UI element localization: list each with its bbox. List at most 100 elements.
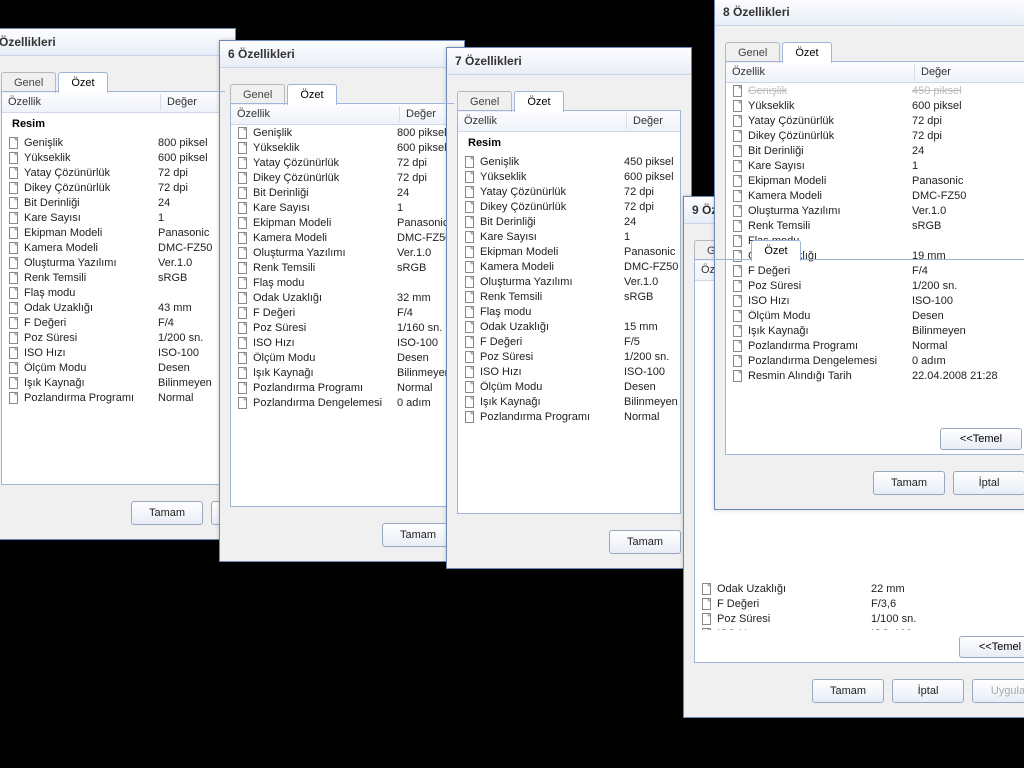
dialog-titlebar[interactable]: 6 Özellikleri (220, 41, 464, 68)
tab-summary[interactable]: Özet (782, 42, 831, 63)
list-item[interactable]: Odak Uzaklığı15 mm (458, 319, 680, 334)
list-item[interactable]: Oluşturma YazılımıVer.1.0 (231, 245, 453, 260)
list-item[interactable]: Ekipman ModeliPanasonic (726, 173, 1024, 188)
tab-summary[interactable]: Özet (751, 240, 800, 261)
list-item[interactable]: Kare Sayısı1 (726, 158, 1024, 173)
list-item[interactable]: Renk TemsilisRGB (458, 289, 680, 304)
list-item[interactable]: Kamera ModeliDMC-FZ50 (458, 259, 680, 274)
list-item[interactable]: Dikey Çözünürlük72 dpi (726, 128, 1024, 143)
list-item[interactable]: F DeğeriF/4 (231, 305, 453, 320)
column-property[interactable]: Özellik (231, 106, 400, 122)
list-item[interactable]: Pozlandırma ProgramıNormal (231, 380, 453, 395)
cancel-button[interactable]: İptal (953, 471, 1024, 495)
list-item[interactable]: Resim (2, 113, 224, 135)
list-item[interactable]: Ölçüm ModuDesen (726, 308, 1024, 323)
list-item[interactable]: Genişlik450 piksel (458, 154, 680, 169)
list-item[interactable]: Oluşturma YazılımıVer.1.0 (458, 274, 680, 289)
list-item[interactable]: Odak Uzaklığı43 mm (2, 300, 224, 315)
ok-button[interactable]: Tamam (382, 523, 454, 547)
list-item[interactable]: Yatay Çözünürlük72 dpi (2, 165, 224, 180)
dialog-titlebar[interactable]: 7 Özellikleri (447, 48, 691, 75)
list-item[interactable]: Işık KaynağıBilinmeyen (458, 394, 680, 409)
column-value[interactable]: Değer (915, 64, 1024, 80)
column-property[interactable]: Özellik (726, 64, 915, 80)
list-item[interactable]: Oluşturma YazılımıVer.1.0 (726, 203, 1024, 218)
list-item[interactable]: Işık KaynağıBilinmeyen (2, 375, 224, 390)
list-item[interactable]: Kamera ModeliDMC-FZ50 (231, 230, 453, 245)
property-list[interactable]: Genişlik800 pikselYükseklik600 pikselYat… (231, 125, 453, 506)
basic-toggle-button[interactable]: <<Temel (959, 636, 1024, 658)
list-item[interactable]: Odak Uzaklığı32 mm (231, 290, 453, 305)
property-list[interactable]: ResimGenişlik800 pikselYükseklik600 piks… (2, 113, 224, 484)
column-value[interactable]: Değer (161, 94, 224, 110)
list-item[interactable]: Ölçüm ModuDesen (458, 379, 680, 394)
list-item[interactable]: Poz Süresi1/200 sn. (2, 330, 224, 345)
list-item[interactable]: Ekipman ModeliPanasonic (458, 244, 680, 259)
tab-general[interactable]: Genel (1, 72, 56, 93)
list-item[interactable]: Renk TemsilisRGB (231, 260, 453, 275)
list-item[interactable]: Pozlandırma Dengelemesi0 adım (231, 395, 453, 410)
list-item[interactable]: F DeğeriF/3,6 (695, 596, 1024, 611)
list-item[interactable]: Işık KaynağıBilinmeyen (726, 323, 1024, 338)
list-item[interactable]: Pozlandırma Dengelemesi0 adım (726, 353, 1024, 368)
list-item[interactable]: Poz Süresi1/160 sn. (231, 320, 453, 335)
list-item[interactable]: Dikey Çözünürlük72 dpi (458, 199, 680, 214)
list-item[interactable]: Resmin Alındığı Tarih22.04.2008 21:28 (726, 368, 1024, 383)
tab-general[interactable]: Genel (725, 42, 780, 63)
list-item[interactable]: Resim (458, 132, 680, 154)
list-item[interactable]: Poz Süresi1/200 sn. (458, 349, 680, 364)
column-property[interactable]: Özellik (458, 113, 627, 129)
ok-button[interactable]: Tamam (812, 679, 884, 703)
list-item[interactable]: Yükseklik600 piksel (231, 140, 453, 155)
list-item[interactable]: Dikey Çözünürlük72 dpi (231, 170, 453, 185)
list-item[interactable]: ISO HızıISO-100 (726, 293, 1024, 308)
tab-summary[interactable]: Özet (287, 84, 336, 105)
tab-summary[interactable]: Özet (514, 91, 563, 112)
list-item[interactable]: Dikey Çözünürlük72 dpi (2, 180, 224, 195)
list-item[interactable]: Ekipman ModeliPanasonic (2, 225, 224, 240)
list-item[interactable]: Odak Uzaklığı22 mm (695, 581, 1024, 596)
list-item[interactable]: Kamera ModeliDMC-FZ50 (726, 188, 1024, 203)
list-item[interactable]: Flaş modu (2, 285, 224, 300)
tab-general[interactable]: Genel (457, 91, 512, 112)
list-item[interactable]: Işık KaynağıBilinmeyen (231, 365, 453, 380)
list-item[interactable]: Kare Sayısı1 (458, 229, 680, 244)
list-item[interactable]: Flaş modu (231, 275, 453, 290)
dialog-titlebar[interactable]: Özellikleri (0, 29, 235, 56)
column-property[interactable]: Özellik (2, 94, 161, 110)
list-item[interactable]: Kare Sayısı1 (231, 200, 453, 215)
list-item[interactable]: Pozlandırma ProgramıNormal (726, 338, 1024, 353)
cancel-button[interactable]: İptal (892, 679, 964, 703)
list-item[interactable]: ISO HızıISO-100 (231, 335, 453, 350)
list-item[interactable]: Ölçüm ModuDesen (231, 350, 453, 365)
list-item[interactable]: F DeğeriF/4 (2, 315, 224, 330)
list-item[interactable]: Bit Derinliği24 (2, 195, 224, 210)
list-item[interactable]: Renk TemsilisRGB (726, 218, 1024, 233)
list-item[interactable]: Yatay Çözünürlük72 dpi (726, 113, 1024, 128)
list-item[interactable]: Oluşturma YazılımıVer.1.0 (2, 255, 224, 270)
basic-toggle-button[interactable]: <<Temel (940, 428, 1022, 450)
property-list[interactable]: ResimGenişlik450 pikselYükseklik600 piks… (458, 132, 680, 513)
tab-summary[interactable]: Özet (58, 72, 107, 93)
list-item[interactable]: Poz Süresi1/200 sn. (726, 278, 1024, 293)
list-item[interactable]: Poz Süresi1/100 sn. (695, 611, 1024, 626)
list-item[interactable]: Genişlik800 piksel (2, 135, 224, 150)
list-item[interactable]: Ekipman ModeliPanasonic (231, 215, 453, 230)
list-item[interactable]: Yükseklik600 piksel (2, 150, 224, 165)
ok-button[interactable]: Tamam (873, 471, 945, 495)
tab-general[interactable]: Genel (230, 84, 285, 105)
ok-button[interactable]: Tamam (609, 530, 681, 554)
list-item[interactable]: Kare Sayısı1 (2, 210, 224, 225)
list-item[interactable]: ISO HızıISO-100 (2, 345, 224, 360)
list-item[interactable]: Yükseklik600 piksel (458, 169, 680, 184)
list-item[interactable]: Bit Derinliği24 (726, 143, 1024, 158)
list-item[interactable]: ISO HızıISO-100 (458, 364, 680, 379)
list-item[interactable]: Kamera ModeliDMC-FZ50 (2, 240, 224, 255)
list-item[interactable]: Flaş modu (458, 304, 680, 319)
list-item[interactable]: Renk TemsilisRGB (2, 270, 224, 285)
list-item[interactable]: Genişlik800 piksel (231, 125, 453, 140)
dialog-titlebar[interactable]: 8 Özellikleri (715, 0, 1024, 26)
column-value[interactable]: Değer (627, 113, 680, 129)
list-item[interactable]: Ölçüm ModuDesen (2, 360, 224, 375)
list-item[interactable]: F DeğeriF/4 (726, 263, 1024, 278)
